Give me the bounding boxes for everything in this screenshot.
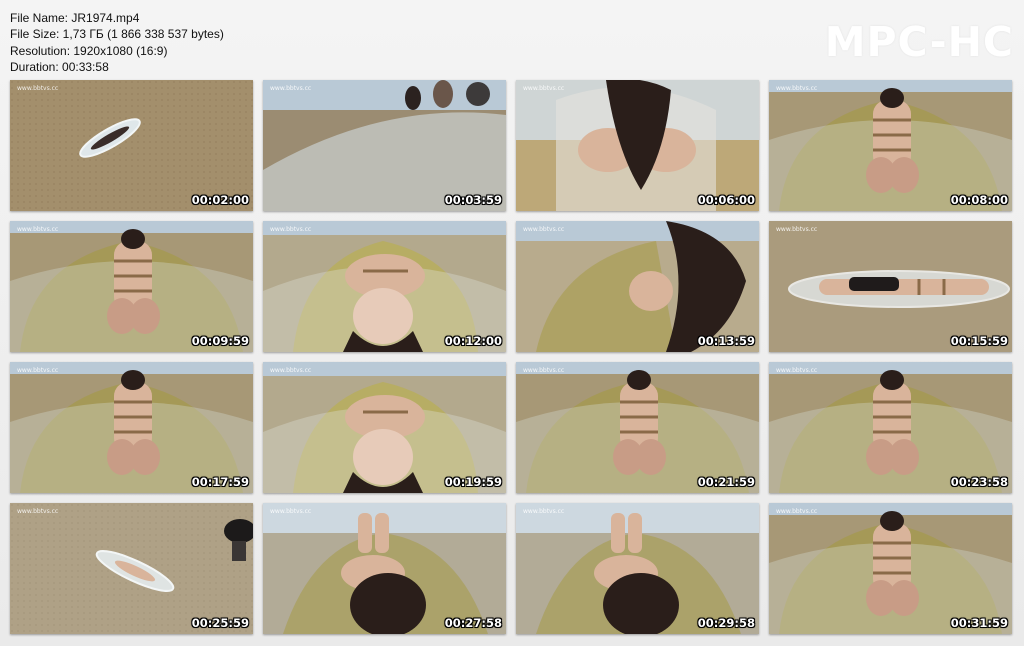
video-thumbnail[interactable]: www.bbtvs.cc 00:27:58	[263, 503, 506, 634]
video-thumbnail[interactable]: www.bbtvs.cc 00:17:59	[10, 362, 253, 493]
timestamp-label: 00:31:59	[950, 616, 1008, 630]
video-thumbnail[interactable]: www.bbtvs.cc 00:23:58	[769, 362, 1012, 493]
watermark-text: www.bbtvs.cc	[776, 508, 818, 515]
timestamp-label: 00:06:00	[697, 193, 755, 207]
video-thumbnail[interactable]: www.bbtvs.cc 00:08:00	[769, 80, 1012, 211]
watermark-text: www.bbtvs.cc	[523, 508, 565, 515]
thumbnail-frame-image	[10, 362, 253, 493]
watermark-text: www.bbtvs.cc	[17, 367, 59, 374]
watermark-text: www.bbtvs.cc	[776, 85, 818, 92]
thumbnail-frame-image	[769, 80, 1012, 211]
video-thumbnail[interactable]: www.bbtvs.cc 00:31:59	[769, 503, 1012, 634]
watermark-text: www.bbtvs.cc	[523, 226, 565, 233]
thumbnail-frame-image	[263, 80, 506, 211]
timestamp-label: 00:19:59	[444, 475, 502, 489]
watermark-text: www.bbtvs.cc	[270, 85, 312, 92]
timestamp-label: 00:17:59	[191, 475, 249, 489]
video-thumbnail[interactable]: www.bbtvs.cc 00:25:59	[10, 503, 253, 634]
video-thumbnail[interactable]: www.bbtvs.cc 00:12:00	[263, 221, 506, 352]
watermark-text: www.bbtvs.cc	[270, 508, 312, 515]
timestamp-label: 00:21:59	[697, 475, 755, 489]
thumbnail-frame-image	[263, 503, 506, 634]
video-thumbnail[interactable]: www.bbtvs.cc 00:29:58	[516, 503, 759, 634]
video-thumbnail[interactable]: www.bbtvs.cc 00:06:00	[516, 80, 759, 211]
video-thumbnail[interactable]: www.bbtvs.cc 00:21:59	[516, 362, 759, 493]
thumbnail-frame-image	[516, 80, 759, 211]
timestamp-label: 00:13:59	[697, 334, 755, 348]
thumbnail-frame-image	[10, 503, 253, 634]
timestamp-label: 00:09:59	[191, 334, 249, 348]
thumbnail-frame-image	[10, 221, 253, 352]
watermark-text: www.bbtvs.cc	[270, 367, 312, 374]
thumbnail-grid: www.bbtvs.cc 00:02:00 www.bbtvs.cc 00:03…	[10, 80, 1012, 634]
thumbnail-frame-image	[263, 362, 506, 493]
timestamp-label: 00:12:00	[444, 334, 502, 348]
thumbnail-frame-image	[263, 221, 506, 352]
mpc-hc-logo: MPC-HC	[824, 18, 1014, 66]
thumbnail-frame-image	[516, 503, 759, 634]
file-info-panel: File Name: JR1974.mp4 File Size: 1,73 ГБ…	[10, 10, 224, 76]
resolution-text: Resolution: 1920x1080 (16:9)	[10, 43, 168, 58]
watermark-text: www.bbtvs.cc	[270, 226, 312, 233]
video-thumbnail[interactable]: www.bbtvs.cc 00:02:00	[10, 80, 253, 211]
watermark-text: www.bbtvs.cc	[17, 226, 59, 233]
timestamp-label: 00:25:59	[191, 616, 249, 630]
thumbnail-frame-image	[769, 503, 1012, 634]
timestamp-label: 00:08:00	[950, 193, 1008, 207]
duration-text: Duration: 00:33:58	[10, 60, 109, 75]
timestamp-label: 00:23:58	[950, 475, 1008, 489]
thumbnail-frame-image	[769, 362, 1012, 493]
thumbnail-frame-image	[10, 80, 253, 211]
timestamp-label: 00:03:59	[444, 193, 502, 207]
watermark-text: www.bbtvs.cc	[776, 226, 818, 233]
thumbnail-frame-image	[516, 362, 759, 493]
timestamp-label: 00:29:58	[697, 616, 755, 630]
file-size-text: File Size: 1,73 ГБ (1 866 338 537 bytes)	[10, 27, 224, 42]
watermark-text: www.bbtvs.cc	[523, 367, 565, 374]
video-thumbnail[interactable]: www.bbtvs.cc 00:03:59	[263, 80, 506, 211]
watermark-text: www.bbtvs.cc	[776, 367, 818, 374]
video-thumbnail[interactable]: www.bbtvs.cc 00:15:59	[769, 221, 1012, 352]
video-thumbnail[interactable]: www.bbtvs.cc 00:13:59	[516, 221, 759, 352]
watermark-text: www.bbtvs.cc	[523, 85, 565, 92]
video-thumbnail[interactable]: www.bbtvs.cc 00:19:59	[263, 362, 506, 493]
video-thumbnail[interactable]: www.bbtvs.cc 00:09:59	[10, 221, 253, 352]
timestamp-label: 00:15:59	[950, 334, 1008, 348]
thumbnail-frame-image	[516, 221, 759, 352]
watermark-text: www.bbtvs.cc	[17, 508, 59, 515]
watermark-text: www.bbtvs.cc	[17, 85, 59, 92]
file-name-text: File Name: JR1974.mp4	[10, 11, 140, 25]
timestamp-label: 00:27:58	[444, 616, 502, 630]
timestamp-label: 00:02:00	[191, 193, 249, 207]
thumbnail-frame-image	[769, 221, 1012, 352]
